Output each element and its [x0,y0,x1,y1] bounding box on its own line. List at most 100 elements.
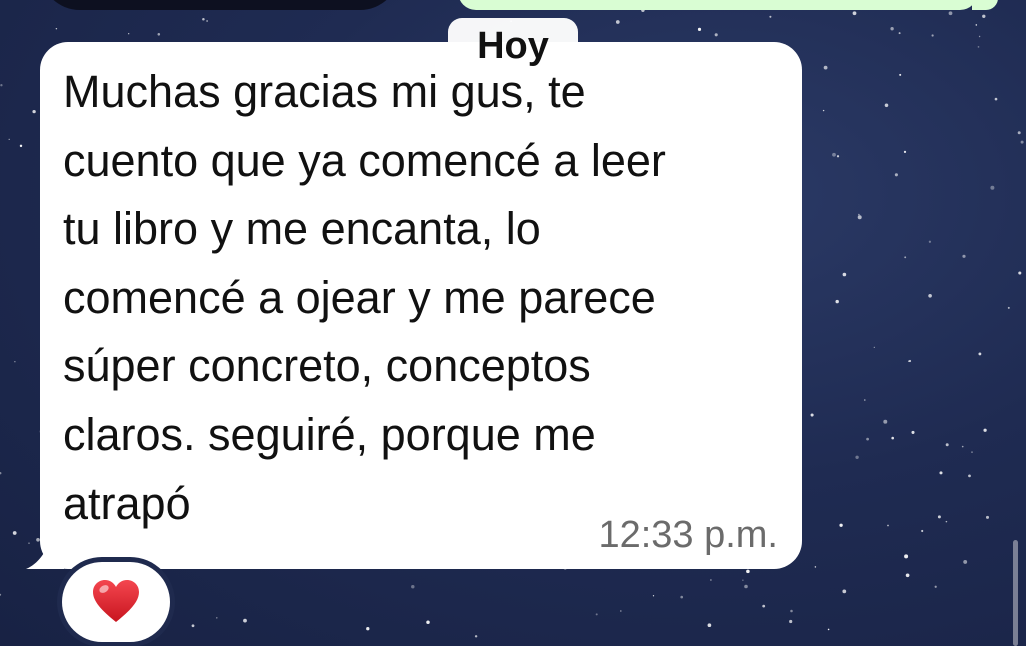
star [0,84,3,87]
star [191,624,195,628]
star [814,566,817,568]
star [697,27,702,31]
star [810,413,814,417]
star [931,34,934,37]
star [1018,271,1022,275]
star [742,579,744,581]
star [894,173,898,177]
star [891,436,894,440]
star [835,299,839,304]
star [928,240,932,243]
star [985,515,990,519]
date-separator-label: Hoy [477,25,549,67]
star [905,573,910,578]
star [827,628,830,631]
star [858,213,860,216]
star [945,443,949,447]
star [836,155,840,158]
message-timestamp: 12:33 p.m. [598,514,778,556]
star [866,437,869,441]
star [1020,140,1024,144]
star [243,618,247,623]
star [983,428,987,432]
message-text: Muchas gracias mi gus, te cuento que ya … [63,66,666,529]
star [366,627,370,631]
star [474,635,478,638]
star [934,585,937,588]
star [907,360,910,363]
star [822,109,825,112]
star [883,419,888,424]
star [14,361,16,363]
star [898,32,901,35]
star [975,24,978,26]
star [615,20,620,24]
star [903,150,907,154]
star [939,471,943,475]
star [864,399,866,401]
star [746,569,750,574]
star [852,11,857,16]
star [619,610,622,612]
star [206,20,208,22]
star [904,256,907,259]
star [19,144,23,148]
star [855,455,859,460]
scrollbar[interactable] [1013,540,1018,646]
star [890,27,894,31]
previous-message-bubble[interactable] [40,0,400,10]
star [652,595,655,597]
star [216,617,218,619]
star [832,152,836,157]
star [978,352,982,356]
star [899,73,902,76]
star [928,293,932,298]
star [971,451,973,453]
star [762,604,766,608]
star [0,593,2,596]
message-reaction[interactable] [62,562,170,642]
incoming-bubble-tail [26,540,64,569]
star [982,14,986,18]
star [857,215,862,220]
star [842,589,847,594]
star [884,103,889,108]
star [977,46,980,48]
star [0,472,2,475]
star [128,33,130,35]
star [839,523,843,527]
star [411,584,415,589]
star [994,97,998,101]
star [911,430,915,434]
star [426,620,430,625]
star [789,619,793,624]
star [963,559,968,564]
star [12,531,17,535]
star [990,185,995,190]
star [790,609,793,613]
star [680,595,684,599]
star [32,109,36,114]
star [873,346,875,348]
star [157,33,161,36]
star [714,33,718,37]
star [948,11,953,16]
previous-outgoing-message-bubble[interactable] [458,0,978,10]
star [945,520,948,523]
star [887,524,889,527]
star [707,623,712,628]
star [595,613,598,616]
star [921,529,924,533]
star [1007,306,1010,309]
star [961,445,964,448]
star [937,515,941,519]
star [978,35,981,38]
heart-icon [93,580,139,622]
star [8,138,10,141]
star [710,579,712,581]
star [823,65,828,70]
star [744,584,748,589]
star [842,272,847,277]
star [968,474,971,478]
star [962,254,966,258]
